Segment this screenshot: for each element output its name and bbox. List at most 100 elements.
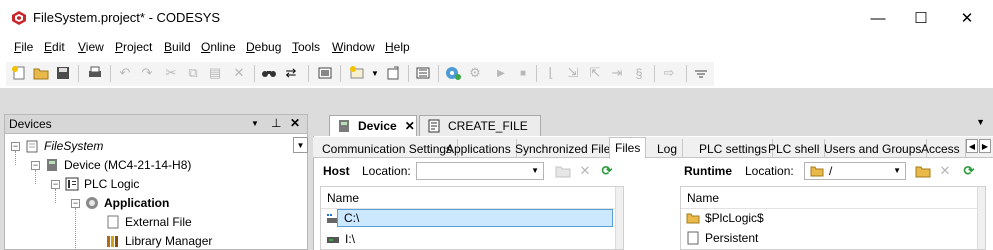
undo-icon[interactable]: ↶	[116, 64, 134, 82]
list-item-label: I:\	[345, 232, 356, 246]
close-window-button[interactable]: ✕	[944, 6, 990, 30]
new-folder-icon[interactable]	[914, 163, 932, 179]
host-scrollbar[interactable]	[615, 187, 623, 249]
tab-log[interactable]: Log	[652, 139, 684, 158]
find-icon[interactable]	[260, 64, 278, 82]
tab-synchronized-files[interactable]: Synchronized Files	[510, 139, 623, 158]
menu-tools[interactable]: Tools	[292, 40, 320, 54]
tab-files[interactable]: Files	[609, 137, 647, 159]
chevron-down-icon: ▼	[531, 166, 539, 175]
menu-view[interactable]: View	[78, 40, 104, 54]
delete-icon[interactable]: ✕	[576, 163, 594, 179]
minimize-button[interactable]: —	[855, 6, 901, 30]
logout-icon[interactable]: ⚙	[466, 64, 484, 82]
menu-window[interactable]: Window	[332, 40, 375, 54]
tree-item-project[interactable]: − FileSystem	[11, 137, 103, 155]
tree-item-plc-logic[interactable]: − PLC Logic	[51, 175, 139, 193]
redo-icon[interactable]: ↷	[138, 64, 156, 82]
list-item[interactable]: C:\	[321, 209, 623, 229]
device-editor-tabs: Communication Settings Applications Sync…	[313, 137, 993, 159]
menu-file[interactable]: File	[14, 40, 33, 54]
tab-applications[interactable]: Applications	[441, 139, 517, 158]
tree-item-library-manager[interactable]: Library Manager	[105, 232, 212, 250]
replace-icon[interactable]: ⇄	[282, 64, 300, 82]
scroll-right-icon[interactable]: ▶	[979, 139, 991, 153]
runtime-name-column-header[interactable]: Name	[681, 187, 985, 209]
pin-icon[interactable]: ⊥	[271, 116, 281, 130]
tree-item-device[interactable]: − Device (MC4-21-14-H8)	[31, 156, 191, 174]
refresh-icon[interactable]: ⟳	[598, 163, 616, 179]
list-item[interactable]: $PlcLogic$	[681, 208, 985, 228]
delete-icon[interactable]: ✕	[230, 64, 248, 82]
tab-plc-shell[interactable]: PLC shell	[763, 139, 826, 158]
panel-menu-icon[interactable]: ▼	[251, 119, 259, 128]
collapse-icon[interactable]: −	[51, 179, 60, 189]
show-current-icon[interactable]: ⇨	[660, 64, 678, 82]
document-tabs: Device ✕ CREATE_FILE ▼	[313, 114, 993, 136]
menu-project[interactable]: Project	[115, 40, 152, 54]
paste-icon[interactable]: ▤	[206, 64, 224, 82]
runtime-title: Runtime	[684, 164, 732, 178]
menu-build[interactable]: Build	[164, 40, 191, 54]
tab-device[interactable]: Device ✕	[329, 115, 417, 136]
host-location-input[interactable]: ▼	[416, 162, 544, 180]
tab-plc-settings[interactable]: PLC settings	[694, 139, 774, 158]
step-out-icon[interactable]: ⇱	[586, 64, 604, 82]
tab-list-dropdown-icon[interactable]: ▼	[976, 117, 985, 127]
copy-icon[interactable]: ⧉	[184, 64, 202, 82]
close-panel-icon[interactable]: ✕	[290, 116, 300, 130]
add-object-icon[interactable]	[348, 64, 366, 82]
tree-item-application[interactable]: − Application	[71, 194, 169, 212]
add-object-dropdown-icon[interactable]: ▼	[366, 64, 384, 82]
print-icon[interactable]	[86, 64, 104, 82]
build-icon[interactable]	[384, 64, 402, 82]
step-into-icon[interactable]: ⇲	[564, 64, 582, 82]
collapse-icon[interactable]: −	[31, 160, 40, 170]
collapse-icon[interactable]: −	[11, 141, 20, 151]
delete-icon[interactable]: ✕	[936, 163, 954, 179]
open-project-icon[interactable]	[32, 64, 50, 82]
step-over-icon[interactable]: ⌊	[542, 64, 560, 82]
save-icon[interactable]	[54, 64, 72, 82]
tree-label-external-file: External File	[125, 215, 192, 229]
stop-icon[interactable]: ■	[514, 64, 532, 82]
menu-debug[interactable]: Debug	[246, 40, 281, 54]
tree-label-application: Application	[104, 196, 170, 210]
scroll-left-icon[interactable]: ◀	[966, 139, 978, 153]
new-project-icon[interactable]	[10, 64, 28, 82]
breakpoint-icon[interactable]	[414, 64, 432, 82]
start-icon[interactable]: ▶	[492, 64, 510, 82]
list-item[interactable]: I:\	[321, 229, 623, 249]
file-icon	[685, 230, 701, 246]
tab-scroll-arrows: ◀ ▶	[966, 139, 991, 153]
runtime-scrollbar[interactable]	[977, 187, 985, 249]
runtime-location-input[interactable]: / ▼	[804, 162, 906, 180]
host-location-label: Location:	[362, 164, 411, 178]
list-item[interactable]: Persistent	[681, 228, 985, 248]
select-all-icon[interactable]	[316, 64, 334, 82]
close-tab-icon[interactable]: ✕	[405, 119, 415, 133]
host-name-column-header[interactable]: Name	[321, 187, 623, 209]
set-next-statement-icon[interactable]: §	[630, 64, 648, 82]
cut-icon[interactable]: ✂	[162, 64, 180, 82]
project-icon	[24, 138, 40, 154]
collapse-icon[interactable]: −	[71, 198, 80, 208]
tab-access[interactable]: Access	[916, 139, 966, 158]
tree-item-external-file[interactable]: External File	[105, 213, 192, 231]
tab-create-file[interactable]: CREATE_FILE	[419, 115, 541, 136]
refresh-icon[interactable]: ⟳	[960, 163, 978, 179]
toolbar-options-icon[interactable]	[692, 64, 710, 82]
devices-panel-header: Devices ▼ ⊥ ✕	[5, 115, 307, 134]
new-folder-icon[interactable]	[554, 163, 572, 179]
tab-users-and-groups[interactable]: Users and Groups	[819, 139, 928, 158]
run-to-cursor-icon[interactable]: ⇥	[608, 64, 626, 82]
host-title: Host	[323, 164, 350, 178]
maximize-button[interactable]: ☐	[898, 6, 944, 30]
menu-help[interactable]: Help	[385, 40, 410, 54]
login-icon[interactable]	[444, 64, 462, 82]
menu-edit[interactable]: Edit	[44, 40, 65, 54]
tab-communication-settings[interactable]: Communication Settings	[317, 139, 459, 158]
runtime-location-value: /	[829, 164, 833, 178]
menu-online[interactable]: Online	[201, 40, 236, 54]
devices-view-dropdown[interactable]: ▼	[293, 137, 308, 153]
